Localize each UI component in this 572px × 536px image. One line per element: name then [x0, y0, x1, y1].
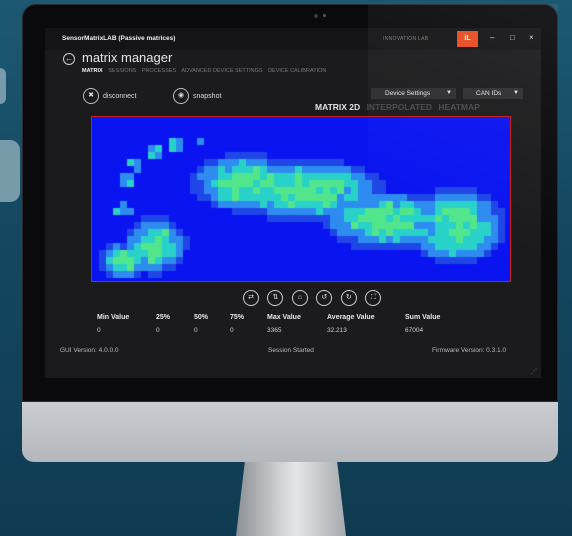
view-mode-tabs: MATRIX 2D INTERPOLATED HEATMAP [311, 102, 480, 112]
device-settings-dropdown[interactable]: Device Settings ▼ [371, 88, 456, 99]
view-controls: ⇄ ⇅ ⌂ ↺ ↻ ⛶ [243, 286, 385, 306]
app-title: SensorMatrixLAB (Passive matrices) [62, 35, 176, 42]
monitor-stand [236, 462, 346, 536]
can-ids-dropdown[interactable]: CAN IDs ▼ [463, 88, 523, 99]
view-tab-heatmap[interactable]: HEATMAP [438, 102, 479, 112]
stat-label: Average Value [327, 314, 375, 321]
stat-label: 75% [230, 314, 245, 321]
tab-sessions[interactable]: SESSIONS [108, 68, 136, 74]
app-window: SensorMatrixLAB (Passive matrices) INNOV… [45, 28, 541, 378]
stat-value: 0 [230, 327, 234, 334]
stat-average: Average Value 32.213 [327, 314, 375, 334]
stat-label: 25% [156, 314, 171, 321]
stat-label: 50% [194, 314, 209, 321]
disconnect-icon: ✖ [83, 88, 99, 104]
snapshot-button[interactable]: ◉ snapshot [173, 88, 221, 104]
background-decoration [0, 140, 20, 202]
disconnect-button[interactable]: ✖ disconnect [83, 88, 136, 104]
stat-50: 50% 0 [194, 314, 208, 334]
page-title: matrix manager [82, 50, 173, 65]
rotate-cw-icon[interactable]: ↻ [340, 290, 357, 306]
background-decoration [0, 68, 6, 104]
session-status: Session Started [268, 347, 314, 354]
fullscreen-icon[interactable]: ⛶ [365, 290, 382, 306]
view-tab-matrix-2d[interactable]: MATRIX 2D [315, 102, 360, 112]
firmware-version: Firmware Version: 0.3.1.0 [432, 347, 507, 354]
stat-max: Max Value 3365 [267, 314, 301, 334]
pressure-heatmap[interactable] [92, 117, 510, 281]
brand-text: INNOVATION LAB [383, 36, 429, 42]
stat-value: 0 [194, 327, 198, 334]
chevron-down-icon: ▼ [446, 90, 452, 96]
device-settings-label: Device Settings [385, 90, 431, 97]
stat-label: Max Value [267, 314, 301, 321]
home-icon[interactable]: ⌂ [291, 290, 308, 306]
tab-device-calibration[interactable]: DEVICE CALIBRATION [268, 68, 326, 74]
stat-25: 25% 0 [156, 314, 170, 334]
can-ids-label: CAN IDs [476, 90, 502, 97]
stat-value: 67004 [405, 327, 424, 334]
back-arrow-icon[interactable]: ← [63, 53, 75, 65]
stat-min: Min Value 0 [97, 314, 129, 334]
swap-icon[interactable]: ⇄ [243, 290, 259, 306]
close-button[interactable]: × [529, 33, 534, 42]
resize-grip-icon[interactable]: ⋰ [531, 368, 537, 375]
rotate-ccw-icon[interactable]: ↺ [316, 290, 333, 306]
stat-label: Min Value [97, 314, 130, 321]
snapshot-label: snapshot [193, 92, 222, 100]
stat-value: 32.213 [327, 327, 347, 334]
stat-value: 0 [156, 327, 160, 334]
tab-processes[interactable]: PROCESSES [142, 68, 176, 74]
tab-advanced-device-settings[interactable]: ADVANCED DEVICE SETTINGS [181, 68, 262, 74]
stat-label: Sum Value [405, 314, 441, 321]
minimize-button[interactable]: – [490, 33, 494, 42]
stat-75: 75% 0 [230, 314, 244, 334]
stat-value: 3365 [267, 327, 282, 334]
stat-value: 0 [97, 327, 101, 334]
brand-logo: iL [457, 31, 478, 47]
title-bar: SensorMatrixLAB (Passive matrices) INNOV… [45, 28, 541, 50]
disconnect-label: disconnect [103, 92, 137, 100]
camera-dot [314, 14, 318, 18]
heatmap-frame [91, 116, 511, 282]
camera-icon: ◉ [173, 88, 189, 104]
maximize-button[interactable]: □ [510, 33, 515, 42]
camera-dot [323, 14, 326, 17]
stat-sum: Sum Value 67004 [405, 314, 440, 334]
monitor-chin [22, 402, 558, 462]
flip-icon[interactable]: ⇅ [267, 290, 284, 306]
view-tab-interpolated[interactable]: INTERPOLATED [367, 102, 432, 112]
gui-version: GUI Version: 4.0.0.0 [60, 347, 119, 354]
chevron-down-icon: ▼ [513, 90, 519, 96]
nav-tabs: MATRIX SESSIONS PROCESSES ADVANCED DEVIC… [82, 68, 330, 74]
tab-matrix[interactable]: MATRIX [82, 68, 103, 74]
